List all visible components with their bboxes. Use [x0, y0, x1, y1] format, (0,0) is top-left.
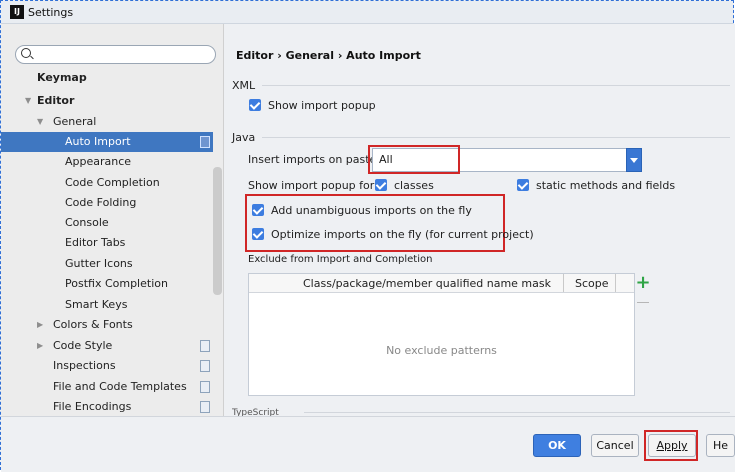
- exclude-section-label: Exclude from Import and Completion: [248, 254, 433, 265]
- sidebar-item-appearance[interactable]: Appearance: [1, 152, 211, 172]
- title-bar: IJ Settings: [1, 1, 733, 24]
- exclude-patterns-table[interactable]: Class/package/member qualified name mask…: [248, 273, 635, 396]
- sidebar-item-label: Keymap: [37, 71, 87, 84]
- sidebar-item-code-style[interactable]: ▶ Code Style: [1, 336, 211, 356]
- sidebar-item-gutter-icons[interactable]: Gutter Icons: [1, 254, 211, 274]
- breadcrumb: Editor › General › Auto Import: [236, 49, 421, 62]
- column-divider: [615, 274, 616, 292]
- cancel-button[interactable]: Cancel: [591, 434, 639, 457]
- app-icon: IJ: [10, 5, 24, 19]
- sidebar-item-label: Code Style: [53, 339, 113, 352]
- settings-sidebar: Keymap ▼ Editor ▼ General Auto Import Ap…: [1, 24, 224, 416]
- sidebar-item-file-code-templates[interactable]: File and Code Templates: [1, 377, 211, 397]
- sidebar-item-label: General: [53, 115, 97, 128]
- static-methods-checkbox[interactable]: [517, 179, 529, 191]
- show-import-popup-for-label: Show import popup for:: [248, 179, 378, 192]
- sidebar-item-console[interactable]: Console: [1, 213, 211, 233]
- help-button[interactable]: He: [706, 434, 735, 457]
- classes-label: classes: [394, 179, 434, 192]
- chevron-right-icon[interactable]: ▶: [37, 315, 43, 335]
- section-typescript-label: TypeScript: [232, 408, 279, 416]
- sidebar-item-label: File and Code Templates: [53, 380, 187, 393]
- remove-icon[interactable]: [637, 302, 649, 303]
- project-config-icon: [200, 381, 210, 393]
- sidebar-item-code-folding[interactable]: Code Folding: [1, 193, 211, 213]
- optimize-imports-label: Optimize imports on the fly (for current…: [271, 228, 534, 241]
- project-config-icon: [200, 340, 210, 352]
- project-config-icon: [200, 401, 210, 413]
- sidebar-item-editor[interactable]: ▼ Editor: [1, 91, 211, 111]
- static-methods-label: static methods and fields: [536, 179, 676, 192]
- section-divider: [304, 412, 730, 413]
- sidebar-item-code-completion[interactable]: Code Completion: [1, 173, 211, 193]
- window-title: Settings: [28, 6, 74, 19]
- sidebar-item-label: Smart Keys: [65, 298, 128, 311]
- sidebar-item-label: Editor Tabs: [65, 236, 126, 249]
- sidebar-item-smart-keys[interactable]: Smart Keys: [1, 295, 211, 315]
- sidebar-item-label: Editor: [37, 94, 75, 107]
- sidebar-item-inspections[interactable]: Inspections: [1, 356, 211, 376]
- sidebar-item-editor-tabs[interactable]: Editor Tabs: [1, 233, 211, 253]
- sidebar-item-label: Postfix Completion: [65, 277, 168, 290]
- highlight-box-on-the-fly: [245, 194, 505, 252]
- sidebar-item-keymap[interactable]: Keymap: [1, 68, 211, 88]
- search-icon: [21, 48, 31, 58]
- sidebar-item-label: Inspections: [53, 359, 116, 372]
- highlight-box-apply: [644, 430, 698, 461]
- section-java-label: Java: [232, 131, 256, 144]
- optimize-imports-checkbox[interactable]: [252, 228, 264, 240]
- sidebar-item-auto-import[interactable]: Auto Import: [1, 132, 213, 152]
- sidebar-item-file-encodings[interactable]: File Encodings: [1, 397, 211, 417]
- settings-content: Editor › General › Auto Import XML Show …: [224, 24, 735, 416]
- highlight-box-insert-imports: [368, 145, 460, 174]
- chevron-down-icon[interactable]: ▼: [37, 112, 43, 132]
- project-config-icon: [200, 360, 210, 372]
- sidebar-item-colors-fonts[interactable]: ▶ Colors & Fonts: [1, 315, 211, 335]
- classes-checkbox[interactable]: [375, 179, 387, 191]
- sidebar-item-label: Colors & Fonts: [53, 318, 133, 331]
- section-divider: [262, 85, 730, 86]
- insert-imports-on-paste-label: Insert imports on paste:: [248, 153, 381, 166]
- sidebar-scrollbar[interactable]: [213, 167, 222, 295]
- column-header-mask[interactable]: Class/package/member qualified name mask: [303, 277, 551, 290]
- sidebar-item-postfix-completion[interactable]: Postfix Completion: [1, 274, 211, 294]
- chevron-down-icon[interactable]: ▼: [25, 91, 31, 111]
- sidebar-item-label: File Encodings: [53, 400, 132, 413]
- section-xml-label: XML: [232, 79, 256, 92]
- dialog-footer: OK Cancel Apply He: [1, 416, 735, 472]
- sidebar-item-label: Auto Import: [65, 135, 131, 148]
- add-unambiguous-imports-label: Add unambiguous imports on the fly: [271, 204, 472, 217]
- settings-window: IJ Settings Keymap ▼ Editor ▼ General Au…: [0, 0, 735, 472]
- add-unambiguous-imports-checkbox[interactable]: [252, 204, 264, 216]
- chevron-down-icon[interactable]: [626, 148, 642, 172]
- empty-state-text: No exclude patterns: [386, 344, 497, 357]
- add-icon[interactable]: +: [635, 274, 651, 292]
- sidebar-item-label: Appearance: [65, 155, 132, 168]
- project-config-icon: [200, 136, 210, 148]
- sidebar-item-label: Code Folding: [65, 196, 137, 209]
- show-import-popup-xml-checkbox[interactable]: [249, 99, 261, 111]
- table-header: Class/package/member qualified name mask…: [249, 274, 634, 293]
- show-import-popup-xml-label: Show import popup: [268, 99, 376, 112]
- column-divider: [563, 274, 564, 292]
- column-header-scope[interactable]: Scope: [575, 277, 609, 290]
- sidebar-item-general[interactable]: ▼ General: [1, 112, 211, 132]
- search-input[interactable]: [15, 45, 216, 64]
- chevron-right-icon[interactable]: ▶: [37, 336, 43, 356]
- sidebar-item-label: Gutter Icons: [65, 257, 133, 270]
- section-divider: [262, 137, 730, 138]
- sidebar-item-label: Console: [65, 216, 109, 229]
- sidebar-item-label: Code Completion: [65, 176, 160, 189]
- ok-button[interactable]: OK: [533, 434, 581, 457]
